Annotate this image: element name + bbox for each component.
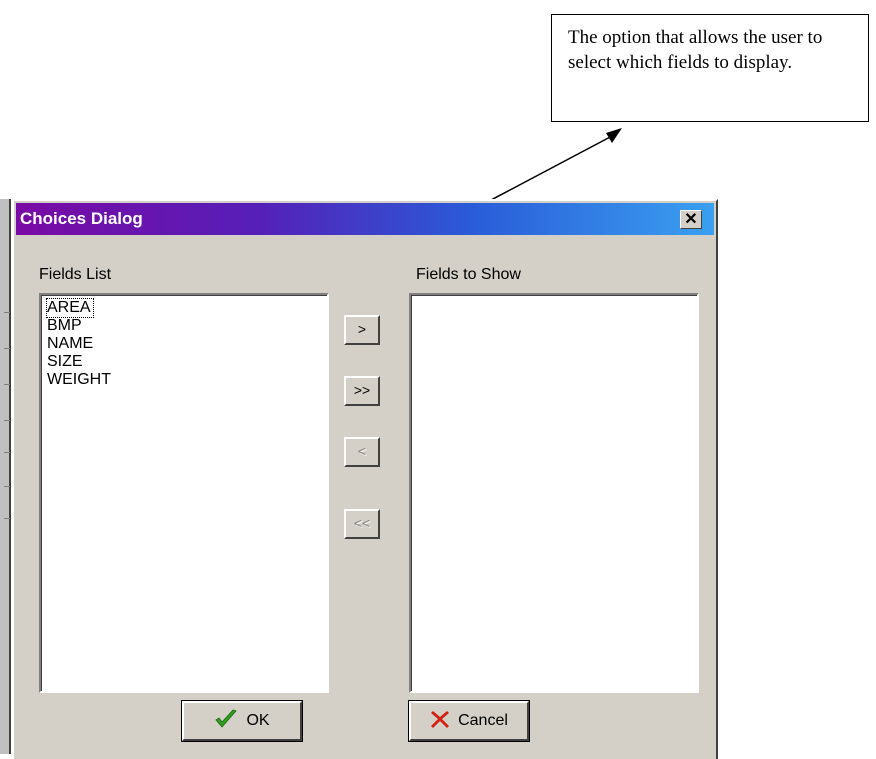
background-tick <box>4 486 10 487</box>
background-window-border <box>9 199 11 754</box>
annotation-callout: The option that allows the user to selec… <box>551 14 869 122</box>
close-icon: ✕ <box>684 211 698 228</box>
list-item[interactable]: NAME <box>47 335 93 353</box>
background-tick <box>4 312 10 313</box>
list-item[interactable]: SIZE <box>47 353 83 371</box>
dialog-title: Choices Dialog <box>20 209 143 228</box>
cancel-label: Cancel <box>458 712 508 729</box>
background-tick <box>4 384 10 385</box>
checkmark-icon <box>214 708 238 735</box>
fields-list-label: Fields List <box>39 266 112 283</box>
ok-button[interactable]: OK <box>181 700 303 742</box>
cancel-button[interactable]: Cancel <box>408 700 530 742</box>
add-all-fields-button[interactable]: >> <box>344 376 380 406</box>
list-item[interactable]: WEIGHT <box>47 371 111 389</box>
list-item[interactable]: BMP <box>47 317 82 335</box>
fields-to-show-label: Fields to Show <box>416 266 521 283</box>
title-bar[interactable]: Choices Dialog ✕ <box>16 203 714 235</box>
annotation-text: The option that allows the user to selec… <box>568 27 823 73</box>
background-tick <box>4 518 10 519</box>
close-button[interactable]: ✕ <box>680 210 702 229</box>
x-icon <box>430 709 450 734</box>
background-tick <box>4 348 10 349</box>
remove-field-button[interactable]: < <box>344 437 380 467</box>
choices-dialog: Choices Dialog ✕ Fields List Fields to S… <box>12 199 718 759</box>
fields-to-show-box[interactable] <box>409 293 699 693</box>
add-field-button[interactable]: > <box>344 315 380 345</box>
remove-all-fields-button[interactable]: << <box>344 509 380 539</box>
background-tick <box>4 420 10 421</box>
background-tick <box>4 452 10 453</box>
fields-list-box[interactable]: AREA BMP NAME SIZE WEIGHT <box>39 293 329 693</box>
ok-label: OK <box>246 712 270 729</box>
list-item[interactable]: AREA <box>46 298 94 318</box>
